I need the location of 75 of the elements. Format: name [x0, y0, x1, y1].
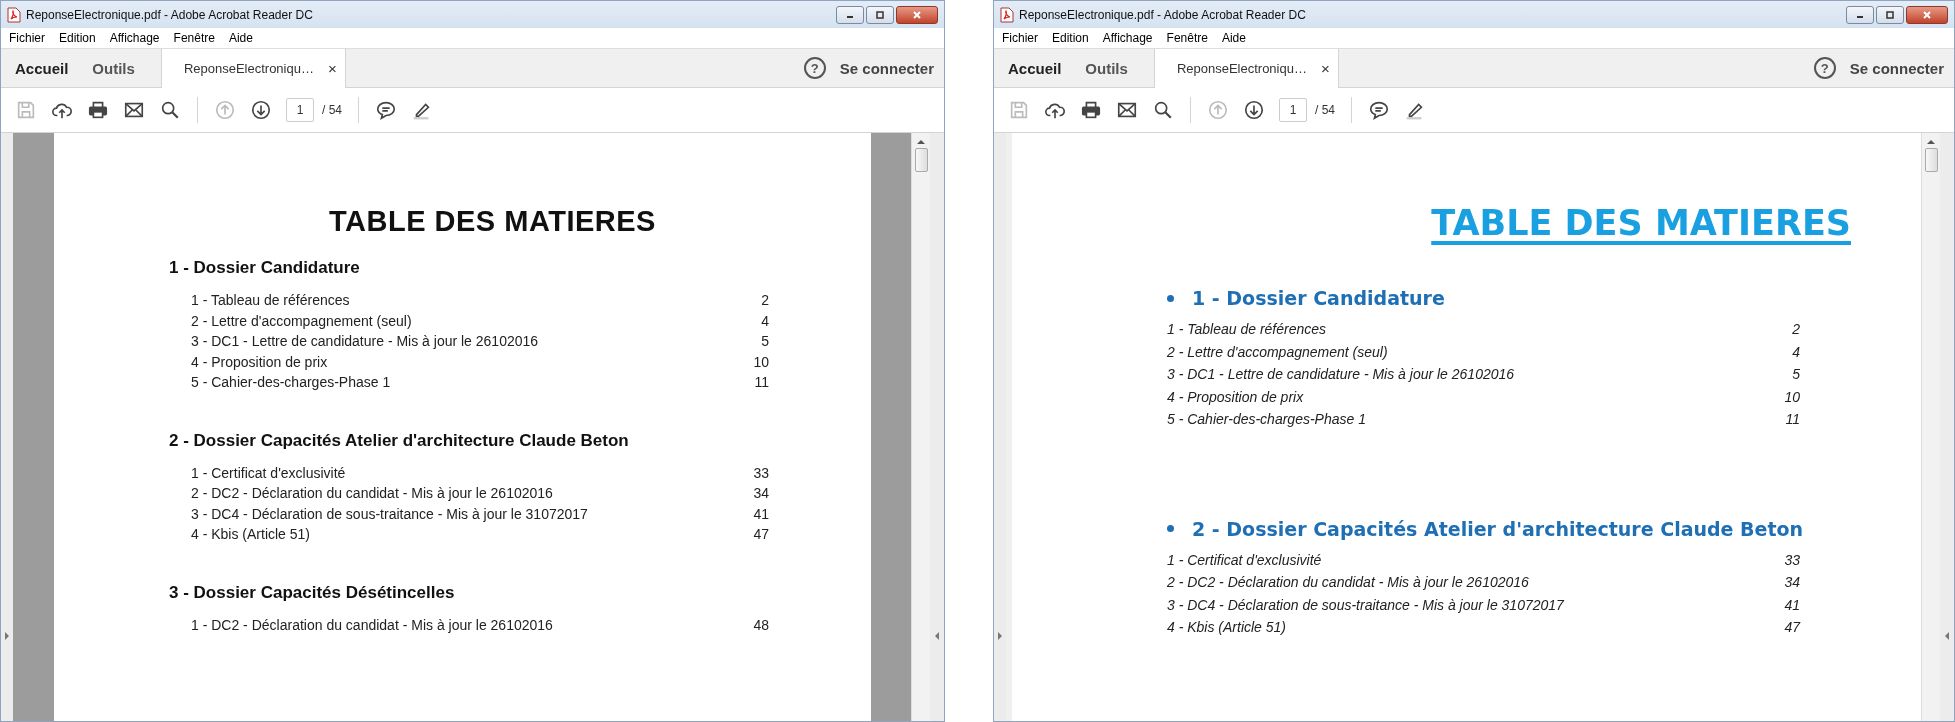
page-number: 33	[1784, 551, 1800, 570]
section-heading: 1 - Dossier Candidature	[169, 258, 360, 277]
toc-entry[interactable]: 4 - Proposition de prix	[191, 353, 328, 374]
page-number: 10	[753, 353, 769, 372]
page-number: 33	[753, 464, 769, 483]
page-number: 2	[761, 292, 769, 310]
toc-entry[interactable]: 1 - Tableau de références	[191, 292, 350, 313]
section-heading: 1 - Dossier Candidature	[1192, 287, 1445, 309]
menu-item[interactable]: Aide	[1221, 31, 1246, 45]
menu-item[interactable]: Edition	[59, 31, 96, 45]
toc-entry[interactable]: 4 - Kbis (Article 51)	[191, 526, 311, 547]
window-title: ReponseElectronique.pdf - Adobe Acrobat Reader DC	[1019, 7, 1306, 22]
document-tab[interactable]: ReponseElectroniqu… ×	[160, 49, 346, 88]
sign-in-link[interactable]: Se connecter	[1849, 49, 1954, 87]
page-number: 34	[753, 485, 769, 503]
nav-tab[interactable]: Accueil	[994, 49, 1074, 87]
close-tab-button[interactable]: ×	[327, 60, 337, 77]
toc-entry[interactable]: 2 - Lettre d'accompagnement (seul)	[1167, 343, 1388, 366]
menu-item[interactable]: Fichier	[1002, 31, 1038, 45]
page-number: 5	[1792, 366, 1800, 384]
help-button[interactable]: ?	[1813, 57, 1836, 79]
page-total: / 54	[1315, 103, 1335, 117]
document-title: TABLE DES MATIERES	[329, 205, 656, 238]
page-number: 34	[1784, 574, 1800, 592]
page-number: 47	[1784, 619, 1800, 637]
toc-entry[interactable]: 3 - DC4 - Déclaration de sous-traitance - Mis à jour le 31072017	[191, 505, 588, 526]
toc-entry[interactable]: 1 - Certificat d'exclusivité	[191, 464, 346, 485]
menu-item[interactable]: Fichier	[9, 31, 45, 45]
page-number: 10	[1784, 388, 1800, 407]
help-button[interactable]: ?	[803, 57, 826, 79]
window-title: ReponseElectronique.pdf - Adobe Acrobat Reader DC	[26, 7, 313, 22]
menu-item[interactable]: Edition	[1052, 31, 1089, 45]
section-heading: 3 - Dossier Capacités Désétincelles	[169, 582, 455, 602]
toc-entry[interactable]: 2 - DC2 - Déclaration du candidat - Mis à jour le 26102016	[1167, 574, 1529, 597]
document-tab[interactable]: ReponseElectroniqu… ×	[1153, 49, 1339, 88]
toc-entry[interactable]: 3 - DC4 - Déclaration de sous-traitance - Mis à jour le 31072017	[1167, 596, 1564, 619]
toc-entry[interactable]: 3 - DC1 - Lettre de candidature - Mis à jour le 26102016	[1167, 366, 1515, 389]
document-title: TABLE DES MATIERES	[1431, 203, 1851, 243]
page-number: 5	[761, 333, 769, 351]
toc-entry[interactable]: 4 - Kbis (Article 51)	[1167, 619, 1287, 642]
toc-entry[interactable]: 1 - DC2 - Déclaration du candidat - Mis à jour le 26102016	[191, 616, 553, 637]
page-number: 41	[753, 505, 769, 524]
page-number: 4	[761, 312, 769, 331]
nav-tab[interactable]: Accueil	[1, 49, 81, 87]
sign-in-link[interactable]: Se connecter	[839, 49, 944, 87]
menu-item[interactable]: Fenêtre	[1166, 31, 1208, 45]
section-heading: 2 - Dossier Capacités Atelier d'architecture Claude Beton	[1192, 517, 1804, 540]
page-number: 11	[1785, 411, 1800, 429]
toc-entry[interactable]: 2 - DC2 - Déclaration du candidat - Mis à jour le 26102016	[191, 485, 553, 506]
toc-entry[interactable]: 5 - Cahier-des-charges-Phase 1	[191, 374, 391, 395]
page-number: 11	[754, 374, 769, 392]
page-number-field[interactable]: 1	[286, 98, 314, 122]
page-number: 4	[1792, 343, 1800, 362]
menu-item[interactable]: Fenêtre	[173, 31, 215, 45]
menu-item[interactable]: Aide	[228, 31, 253, 45]
page-number: 2	[1792, 321, 1800, 339]
page-number: 47	[753, 526, 769, 544]
toc-entry[interactable]: 5 - Cahier-des-charges-Phase 1	[1167, 411, 1366, 434]
nav-tab[interactable]: Outils	[1073, 49, 1140, 87]
page-total: / 54	[322, 103, 342, 117]
toc-entry[interactable]: 1 - Tableau de références	[1167, 321, 1327, 344]
toc-entry[interactable]: 1 - Certificat d'exclusivité	[1167, 551, 1322, 574]
toc-entry[interactable]: 3 - DC1 - Lettre de candidature - Mis à jour le 26102016	[191, 333, 539, 354]
close-tab-button[interactable]: ×	[1320, 60, 1330, 77]
page-number: 48	[753, 616, 769, 635]
toc-entry[interactable]: 4 - Proposition de prix	[1167, 388, 1304, 411]
menu-item[interactable]: Affichage	[1102, 31, 1153, 45]
menu-item[interactable]: Affichage	[109, 31, 160, 45]
document-tab-label[interactable]: ReponseElectroniqu…	[183, 61, 314, 76]
toc-entry[interactable]: 2 - Lettre d'accompagnement (seul)	[191, 312, 412, 333]
page-number: 41	[1784, 596, 1800, 615]
section-heading: 2 - Dossier Capacités Atelier d'architecture Claude Beton	[169, 430, 629, 450]
document-tab-label[interactable]: ReponseElectroniqu…	[1176, 61, 1307, 76]
nav-tab[interactable]: Outils	[80, 49, 147, 87]
page-number-field[interactable]: 1	[1279, 98, 1307, 122]
